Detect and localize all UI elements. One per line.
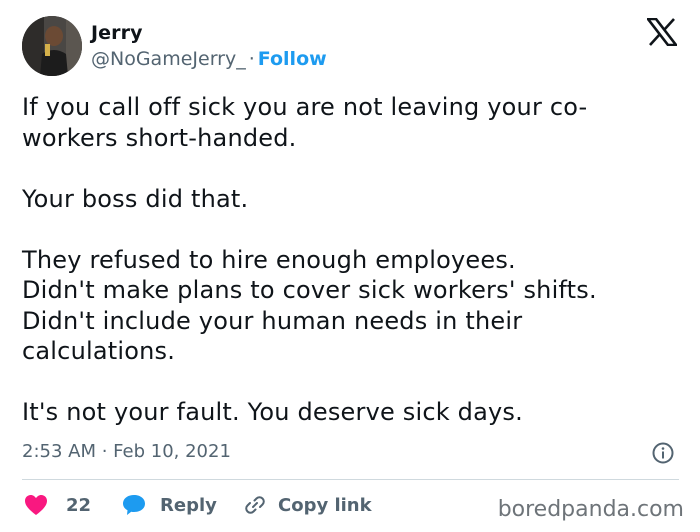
copy-link-label: Copy link xyxy=(278,494,372,516)
like-count: 22 xyxy=(66,494,92,516)
divider xyxy=(22,479,679,480)
avatar[interactable] xyxy=(22,16,82,76)
reply-button[interactable]: Reply xyxy=(122,490,217,520)
display-name[interactable]: Jerry xyxy=(91,22,143,44)
tweet-header: Jerry @NoGameJerry_ · Follow xyxy=(22,16,682,78)
reply-label: Reply xyxy=(160,494,217,516)
copy-link-button[interactable]: Copy link xyxy=(244,490,372,520)
info-icon[interactable] xyxy=(651,441,675,465)
tweet-timestamp[interactable]: 2:53 AM · Feb 10, 2021 xyxy=(22,441,231,462)
follow-button[interactable]: Follow xyxy=(258,48,327,70)
separator-dot: · xyxy=(248,48,255,70)
link-icon xyxy=(245,496,265,514)
like-button[interactable]: 22 xyxy=(24,490,91,520)
x-logo-icon[interactable] xyxy=(645,17,679,47)
tweet-text: If you call off sick you are not leaving… xyxy=(22,93,597,426)
reply-bubble-icon xyxy=(123,495,145,515)
username-handle[interactable]: @NoGameJerry_ xyxy=(91,48,246,70)
handle-row: @NoGameJerry_ · Follow xyxy=(91,48,327,70)
heart-icon xyxy=(25,495,47,515)
watermark: boredpanda.com xyxy=(497,497,684,522)
